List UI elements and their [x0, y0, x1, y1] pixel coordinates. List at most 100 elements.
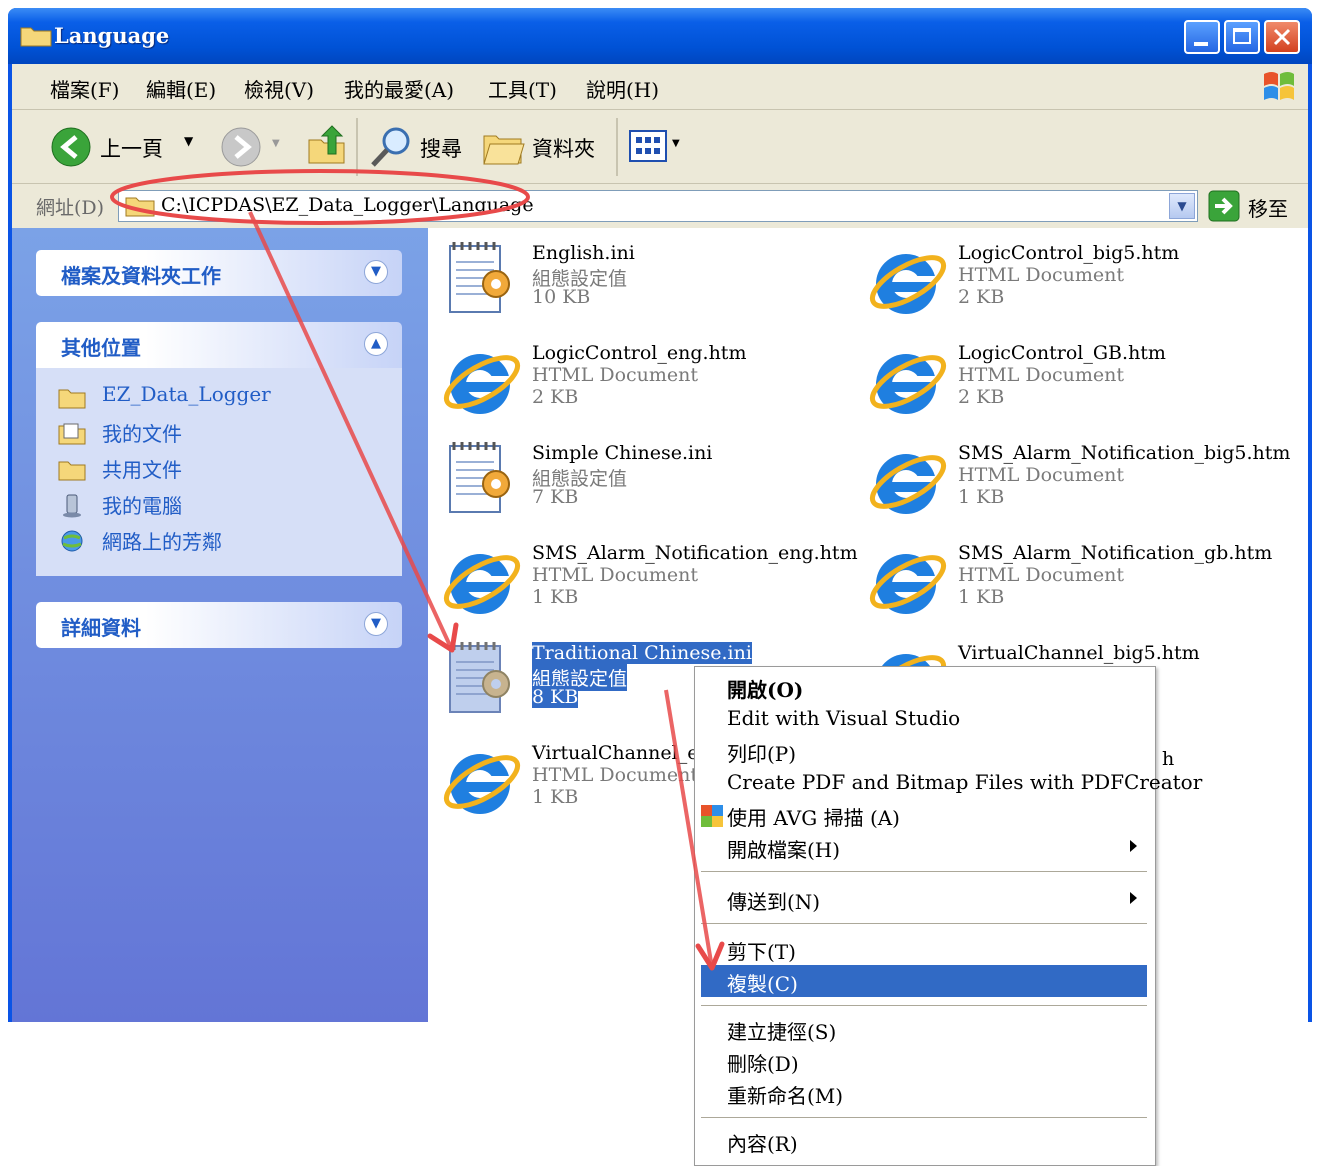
panel-title: 詳細資料 — [61, 616, 141, 640]
collapse-chevron-icon[interactable]: ▲ — [364, 332, 388, 356]
file-type: HTML Document — [958, 264, 1125, 286]
file-name: SMS_Alarm_Notification_eng.htm — [532, 542, 858, 564]
expand-chevron-icon[interactable]: ▼ — [364, 612, 388, 636]
place-label: EZ_Data_Logger — [102, 382, 271, 406]
address-bar: 網址(D) C:\ICPDAS\EZ_Data_Logger\Language … — [12, 184, 1308, 228]
menu-help[interactable]: 說明(H) — [586, 74, 659, 103]
folders-label: 資料夾 — [532, 137, 595, 161]
ie-html-icon — [869, 254, 947, 314]
submenu-arrow-icon — [1130, 840, 1137, 852]
title-bar[interactable]: Language — [8, 8, 1312, 64]
details-header[interactable]: 詳細資料 ▼ — [36, 602, 402, 648]
expand-chevron-icon[interactable]: ▼ — [364, 260, 388, 284]
file-name-partial: h — [1162, 748, 1175, 770]
ctx-delete[interactable]: 刪除(D) — [701, 1045, 1147, 1077]
file-folder-tasks-header[interactable]: 檔案及資料夾工作 ▼ — [36, 250, 402, 296]
file-name: LogicControl_eng.htm — [532, 342, 747, 364]
panel-title: 其他位置 — [61, 336, 141, 360]
ctx-edit-visual-studio[interactable]: Edit with Visual Studio — [701, 703, 1147, 735]
back-button[interactable]: 上一頁 ▼ — [50, 124, 200, 170]
ie-html-icon — [443, 354, 521, 414]
windows-logo-icon — [1264, 72, 1294, 100]
menu-separator — [701, 1005, 1147, 1006]
file-item-logiccontrol-big5[interactable]: LogicControl_big5.htm HTML Document 2 KB — [866, 236, 1286, 326]
ctx-open[interactable]: 開啟(O) — [701, 671, 1147, 703]
close-icon — [1273, 28, 1291, 46]
ctx-copy[interactable]: 複製(C) — [701, 965, 1147, 997]
file-size: 2 KB — [532, 386, 579, 408]
my-computer-icon — [63, 494, 81, 518]
menu-favorites[interactable]: 我的最愛(A) — [344, 74, 454, 103]
search-label: 搜尋 — [420, 137, 462, 161]
up-folder-icon[interactable] — [306, 124, 348, 168]
ini-settings-icon — [449, 242, 510, 313]
back-dropdown-icon[interactable]: ▼ — [184, 134, 193, 148]
file-item-simple-chinese-ini[interactable]: Simple Chinese.ini 組態設定值 7 KB — [440, 436, 860, 526]
folders-button[interactable]: 資料夾 — [482, 124, 602, 170]
ie-html-icon — [869, 354, 947, 414]
ctx-pdfcreator[interactable]: Create PDF and Bitmap Files with PDFCrea… — [701, 767, 1202, 799]
ie-html-icon — [443, 754, 521, 814]
ie-html-icon — [443, 554, 521, 614]
file-item-logiccontrol-eng[interactable]: LogicControl_eng.htm HTML Document 2 KB — [440, 336, 860, 426]
menu-file[interactable]: 檔案(F) — [50, 74, 119, 103]
ctx-create-shortcut[interactable]: 建立捷徑(S) — [701, 1013, 1147, 1045]
file-item-logiccontrol-gb[interactable]: LogicControl_GB.htm HTML Document 2 KB — [866, 336, 1286, 426]
forward-button[interactable]: ▼ — [220, 124, 290, 170]
ctx-properties[interactable]: 內容(R) — [701, 1125, 1147, 1157]
submenu-arrow-icon — [1130, 892, 1137, 904]
minimize-button[interactable] — [1184, 20, 1220, 54]
maximize-icon — [1233, 28, 1251, 44]
file-name: LogicControl_GB.htm — [958, 342, 1166, 364]
file-name: English.ini — [532, 242, 635, 264]
ctx-open-with[interactable]: 開啟檔案(H) — [701, 831, 1147, 863]
file-name: VirtualChannel_big5.htm — [958, 642, 1200, 664]
ctx-label: Edit with Visual Studio — [727, 706, 961, 730]
file-size: 2 KB — [958, 386, 1005, 408]
file-item-sms-alarm-eng[interactable]: SMS_Alarm_Notification_eng.htm HTML Docu… — [440, 536, 860, 626]
close-button[interactable] — [1264, 20, 1300, 54]
ctx-cut[interactable]: 剪下(T) — [701, 933, 1147, 965]
place-label: 共用文件 — [102, 458, 182, 482]
maximize-button[interactable] — [1224, 20, 1260, 54]
file-size: 7 KB — [532, 486, 579, 508]
file-item-sms-alarm-gb[interactable]: SMS_Alarm_Notification_gb.htm HTML Docum… — [866, 536, 1286, 626]
ctx-label: 使用 AVG 掃描 (A) — [727, 806, 900, 830]
views-dropdown-icon: ▼ — [672, 138, 680, 149]
file-size: 8 KB — [532, 686, 579, 708]
context-menu: 開啟(O) Edit with Visual Studio 列印(P) Crea… — [694, 666, 1202, 1166]
file-size: 10 KB — [532, 286, 591, 308]
forward-arrow-icon — [221, 127, 261, 167]
address-input[interactable]: C:\ICPDAS\EZ_Data_Logger\Language ▼ — [118, 190, 1198, 222]
search-button[interactable]: 搜尋 — [368, 124, 468, 170]
ctx-label: 重新命名(M) — [727, 1084, 844, 1108]
ctx-label: 傳送到(N) — [727, 890, 821, 914]
ctx-avg-scan[interactable]: 使用 AVG 掃描 (A) — [701, 799, 1147, 831]
go-arrow-icon — [1208, 190, 1240, 222]
file-type: HTML Document — [958, 364, 1125, 386]
ie-html-icon — [869, 454, 947, 514]
file-item-english-ini[interactable]: English.ini 組態設定值 10 KB — [440, 236, 860, 326]
menu-separator — [701, 871, 1147, 872]
ctx-label: Create PDF and Bitmap Files with PDFCrea… — [727, 770, 1203, 794]
views-button[interactable]: ▼ — [628, 128, 688, 166]
file-size: 1 KB — [958, 586, 1005, 608]
file-item-sms-alarm-big5[interactable]: SMS_Alarm_Notification_big5.htm HTML Doc… — [866, 436, 1290, 526]
ctx-print[interactable]: 列印(P) — [701, 735, 1147, 767]
ctx-rename[interactable]: 重新命名(M) — [701, 1077, 1147, 1109]
address-dropdown-icon[interactable]: ▼ — [1169, 193, 1195, 219]
folder-icon — [125, 197, 155, 217]
ctx-label: 建立捷徑(S) — [727, 1020, 837, 1044]
ini-settings-icon — [449, 442, 510, 513]
my-documents-icon — [58, 423, 86, 445]
menu-edit[interactable]: 編輯(E) — [146, 74, 216, 103]
menu-tools[interactable]: 工具(T) — [488, 74, 557, 103]
file-size: 1 KB — [532, 786, 579, 808]
menu-view[interactable]: 檢視(V) — [244, 74, 314, 103]
ctx-label: 複製(C) — [727, 972, 798, 996]
ctx-send-to[interactable]: 傳送到(N) — [701, 883, 1147, 915]
go-button[interactable]: 移至 — [1208, 188, 1302, 224]
other-places-header[interactable]: 其他位置 ▲ — [36, 322, 402, 368]
forward-dropdown-icon[interactable]: ▼ — [272, 138, 280, 149]
panel-title: 檔案及資料夾工作 — [61, 264, 221, 288]
